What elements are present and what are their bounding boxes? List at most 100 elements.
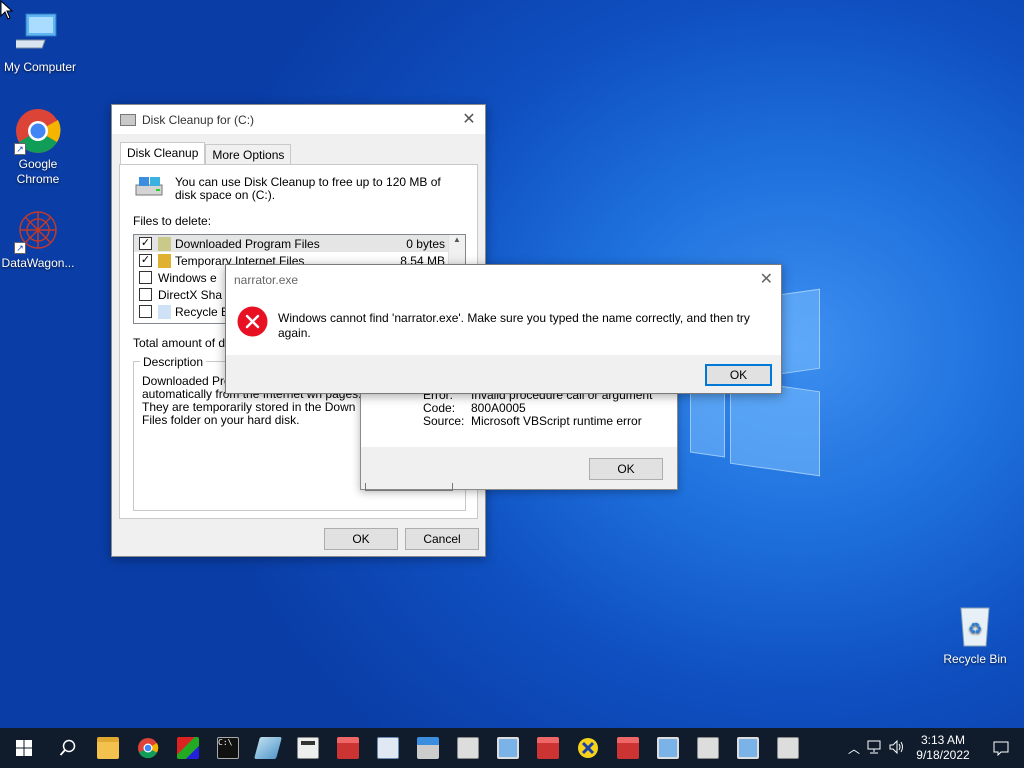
windows-start-icon xyxy=(16,740,32,756)
taskbar-app-14[interactable] xyxy=(768,728,808,768)
scroll-up-icon[interactable]: ▲ xyxy=(449,235,465,244)
desktop-icon-my-computer[interactable]: My Computer xyxy=(0,10,80,75)
taskbar-app-4[interactable] xyxy=(368,728,408,768)
taskbar-cmd[interactable]: C:\ xyxy=(208,728,248,768)
folder-icon xyxy=(97,737,119,759)
taskbar-app-7[interactable] xyxy=(488,728,528,768)
monitor-icon xyxy=(657,737,679,759)
desktop-icon-label: My Computer xyxy=(3,60,77,74)
close-icon[interactable]: ✕ xyxy=(459,109,479,129)
clock[interactable]: 3:13 AM 9/18/2022 xyxy=(908,733,978,763)
system-tray: ︿ 3:13 AM 9/18/2022 xyxy=(844,728,1024,768)
window-title: Disk Cleanup for (C:) xyxy=(142,112,255,127)
narrator-ok-button[interactable]: OK xyxy=(705,364,772,386)
taskbar-app-9[interactable] xyxy=(568,728,608,768)
file-size: 0 bytes xyxy=(406,236,445,251)
narrator-error-dialog: narrator.exe ✕ Windows cannot find 'narr… xyxy=(225,264,782,394)
taskbar-app-8[interactable] xyxy=(528,728,568,768)
taskbar-app-5[interactable] xyxy=(408,728,448,768)
start-button[interactable] xyxy=(0,728,48,768)
taskbar-app-6[interactable] xyxy=(448,728,488,768)
x-circle-icon xyxy=(578,738,598,758)
taskbar-file-explorer[interactable] xyxy=(88,728,128,768)
list-item[interactable]: ✓ Downloaded Program Files 0 bytes xyxy=(134,235,465,252)
checkbox[interactable]: ✓ xyxy=(139,237,152,250)
code-label: Code: xyxy=(423,401,456,415)
drive-icon xyxy=(417,737,439,759)
computer-icon xyxy=(7,10,64,58)
search-button[interactable] xyxy=(48,728,88,768)
recycle-bin-icon: ♻ xyxy=(951,602,999,650)
toolbox-icon xyxy=(537,737,559,759)
taskbar-app-10[interactable] xyxy=(608,728,648,768)
dialog-title: narrator.exe xyxy=(234,273,299,287)
taskbar-app-11[interactable] xyxy=(648,728,688,768)
source-label: Source: xyxy=(423,414,465,428)
volume-icon[interactable] xyxy=(886,739,908,757)
monitor-icon xyxy=(737,737,759,759)
datawagon-icon: ↗ xyxy=(14,206,62,254)
tab-more-options[interactable]: More Options xyxy=(205,144,292,164)
chrome-icon: ↗ xyxy=(14,107,62,155)
terminal-icon: C:\ xyxy=(217,737,239,759)
folder-icon xyxy=(158,236,171,251)
close-icon[interactable]: ✕ xyxy=(760,269,773,289)
shortcut-arrow-icon: ↗ xyxy=(14,242,26,254)
error-icon xyxy=(237,306,268,340)
taskbar-app-13[interactable] xyxy=(728,728,768,768)
calculator-icon xyxy=(297,737,319,759)
desktop-icon-google-chrome[interactable]: ↗ Google Chrome xyxy=(0,107,78,187)
description-label: Description xyxy=(140,355,207,369)
search-icon xyxy=(59,739,76,756)
chevron-up-icon[interactable]: ︿ xyxy=(844,740,864,757)
app-icon xyxy=(254,737,282,759)
app-icon xyxy=(377,737,399,759)
shortcut-arrow-icon: ↗ xyxy=(14,143,26,155)
dialog-message: Windows cannot find 'narrator.exe'. Make… xyxy=(278,311,750,340)
desktop-icon-recycle-bin[interactable]: ♻ Recycle Bin xyxy=(935,602,1015,667)
taskbar-app-3[interactable] xyxy=(328,728,368,768)
taskbar-app-1[interactable] xyxy=(168,728,208,768)
app-icon xyxy=(777,737,799,759)
monitor-icon xyxy=(497,737,519,759)
source-value: Microsoft VBScript runtime error xyxy=(471,414,642,428)
clock-time: 3:13 AM xyxy=(920,733,966,747)
disk-cleanup-titlebar[interactable]: Disk Cleanup for (C:) ✕ xyxy=(112,105,485,134)
chrome-icon xyxy=(138,738,159,759)
taskbar: C:\ ︿ 3:13 AM 9/18/2022 xyxy=(0,728,1024,768)
cancel-button[interactable]: Cancel xyxy=(405,528,479,550)
file-name: Downloaded Program Files xyxy=(175,236,320,251)
desktop-icon-datawagon[interactable]: ↗ DataWagon... xyxy=(0,206,78,271)
vbscript-ok-button[interactable]: OK xyxy=(589,458,663,480)
taskbar-app-2[interactable] xyxy=(248,728,288,768)
checkbox[interactable] xyxy=(139,305,152,318)
taskbar-app-12[interactable] xyxy=(688,728,728,768)
vbscript-error-dialog: Error: Invalid procedure call or argumen… xyxy=(360,383,678,491)
checkbox[interactable] xyxy=(139,271,152,284)
taskbar-chrome[interactable] xyxy=(128,728,168,768)
svg-text:♻: ♻ xyxy=(968,619,982,638)
notification-icon[interactable] xyxy=(978,741,1024,756)
ok-button[interactable]: OK xyxy=(324,528,398,550)
drive-icon xyxy=(134,175,166,204)
tab-disk-cleanup[interactable]: Disk Cleanup xyxy=(120,142,206,164)
disk-cleanup-tabs: Disk Cleanup More Options xyxy=(120,142,292,164)
toolbox-icon xyxy=(337,737,359,759)
app-icon xyxy=(697,737,719,759)
toolbox-icon xyxy=(617,737,639,759)
clock-date: 9/18/2022 xyxy=(916,748,970,762)
hidden-button-edge xyxy=(365,483,453,491)
taskbar-calculator[interactable] xyxy=(288,728,328,768)
app-icon xyxy=(177,737,199,759)
checkbox[interactable] xyxy=(139,288,152,301)
intro-text: You can use Disk Cleanup to free up to 1… xyxy=(175,175,441,202)
desktop-icon-label: DataWagon... xyxy=(1,256,75,270)
network-icon[interactable] xyxy=(864,740,886,757)
desktop-icon-label: Google Chrome xyxy=(16,157,60,186)
checkbox[interactable]: ✓ xyxy=(139,254,152,267)
desktop-icon-label: Recycle Bin xyxy=(943,652,1007,666)
lock-icon xyxy=(158,253,171,268)
app-icon xyxy=(457,737,479,759)
code-value: 800A0005 xyxy=(471,401,526,415)
recycle-icon xyxy=(158,304,171,319)
